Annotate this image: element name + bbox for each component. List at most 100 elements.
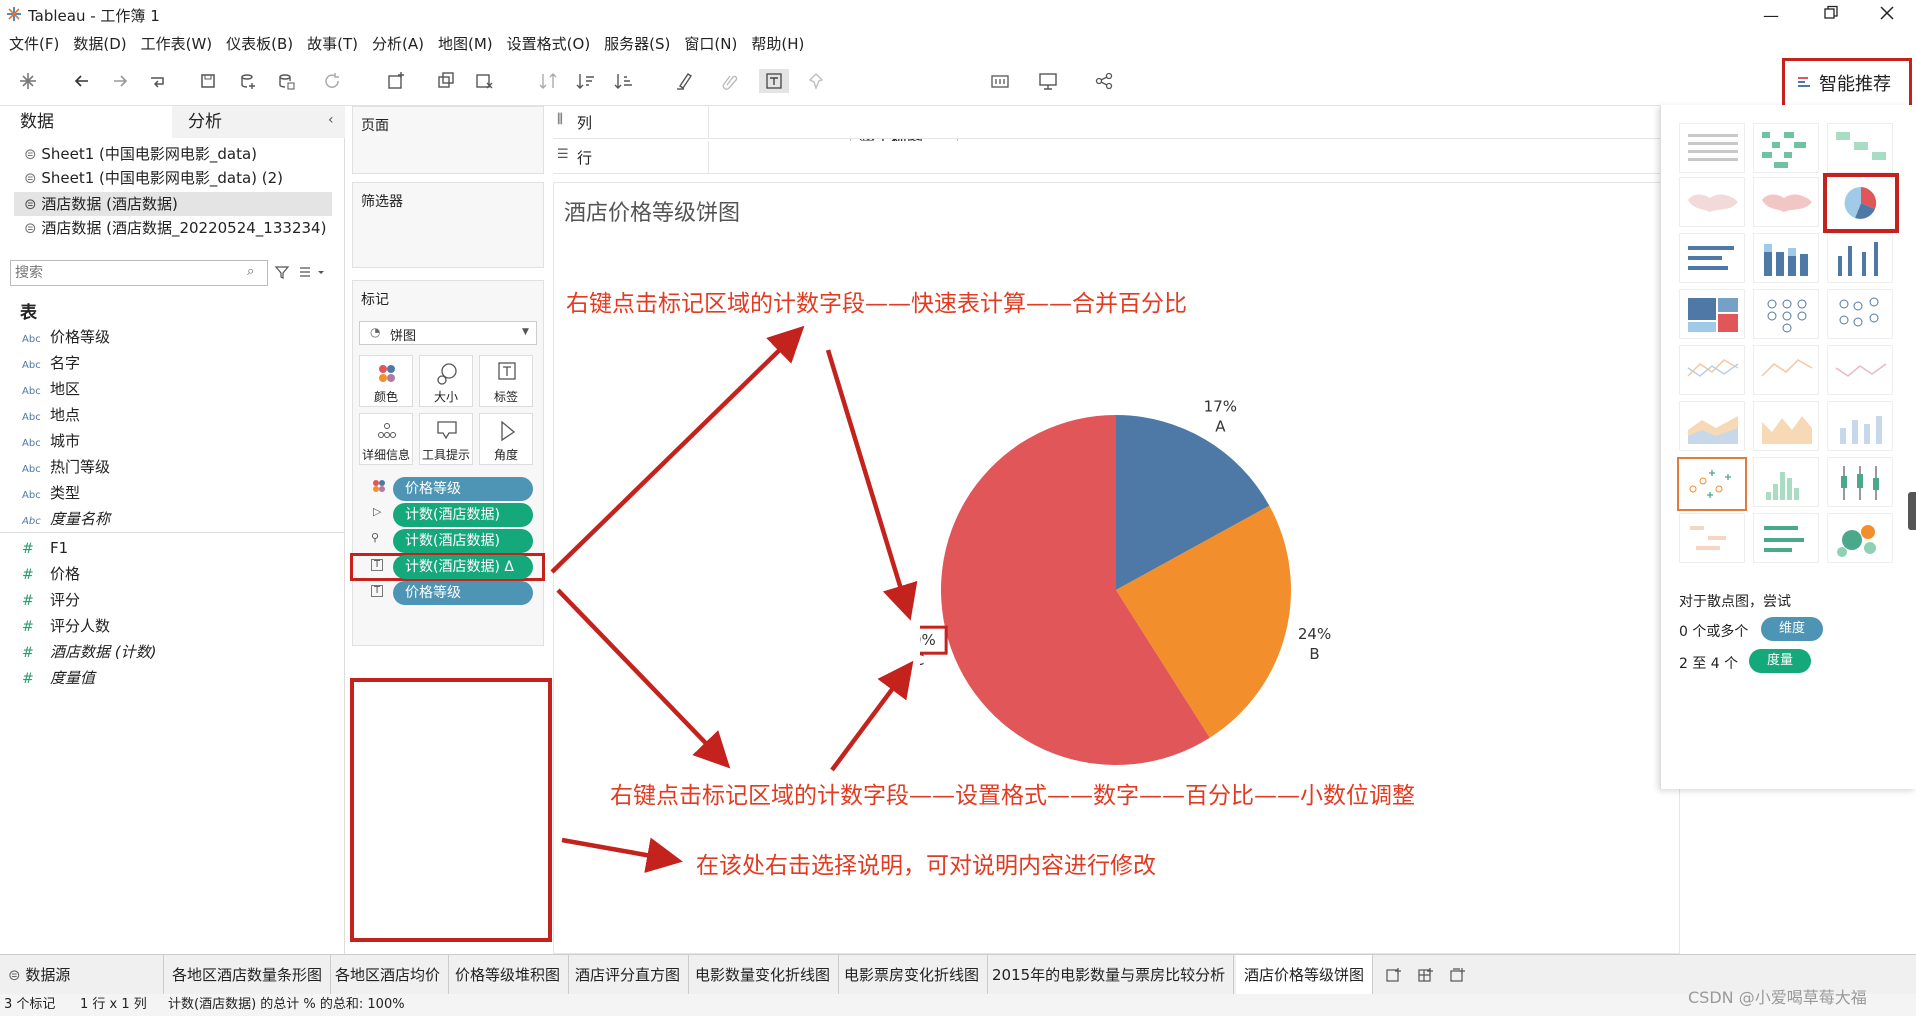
tab-data[interactable]: 数据: [0, 106, 172, 138]
menu-server[interactable]: 服务器(S): [604, 33, 670, 54]
chart-type-area-discrete[interactable]: [1753, 401, 1819, 451]
chart-type-pie-selected[interactable]: [1823, 173, 1899, 233]
replay-icon[interactable]: [146, 69, 170, 93]
refresh-icon[interactable]: [320, 69, 344, 93]
sheet-tab[interactable]: 电影票房变化折线图: [836, 955, 989, 995]
redo-icon[interactable]: [108, 69, 132, 93]
datasource-item[interactable]: ⊜ Sheet1 (中国电影网电影_data) (2): [24, 166, 283, 190]
chart-type-symbol-map[interactable]: [1679, 177, 1745, 227]
datasource-item[interactable]: ⊜ Sheet1 (中国电影网电影_data): [24, 142, 257, 166]
field-measure[interactable]: # 度量值: [22, 666, 95, 690]
pie-chart[interactable]: 17%A24%B59%C: [920, 390, 1340, 790]
field-dimension[interactable]: Abc 名字: [22, 351, 80, 375]
caption-area-highlight[interactable]: [350, 678, 552, 942]
new-datasource-icon[interactable]: [236, 69, 260, 93]
new-worksheet-icon[interactable]: [384, 69, 408, 93]
pause-update-icon[interactable]: [274, 69, 298, 93]
sort-descending-icon[interactable]: [612, 69, 636, 93]
field-measure[interactable]: # 评分: [22, 588, 80, 612]
menu-analysis[interactable]: 分析(A): [372, 33, 424, 54]
tab-datasource[interactable]: ⊜ 数据源: [0, 955, 164, 995]
new-story-icon[interactable]: [1448, 965, 1468, 985]
view-options-icon[interactable]: [298, 264, 328, 280]
menu-window[interactable]: 窗口(N): [684, 33, 737, 54]
sheet-tab[interactable]: 价格等级堆积图: [447, 955, 570, 995]
field-dimension[interactable]: Abc 地点: [22, 403, 80, 427]
save-icon[interactable]: [196, 69, 220, 93]
menu-format[interactable]: 设置格式(O): [507, 33, 591, 54]
chart-type-gantt[interactable]: [1679, 513, 1745, 563]
chart-type-lines-continuous[interactable]: [1679, 345, 1745, 395]
chart-type-horizontal-bars[interactable]: [1679, 233, 1745, 283]
undo-icon[interactable]: [70, 69, 94, 93]
menu-dashboard[interactable]: 仪表板(B): [226, 33, 293, 54]
menu-help[interactable]: 帮助(H): [751, 33, 804, 54]
chart-type-bullet[interactable]: [1753, 513, 1819, 563]
datasource-item-selected[interactable]: ⊜ 酒店数据 (酒店数据): [14, 192, 332, 216]
pages-shelf[interactable]: 页面: [352, 106, 544, 174]
datasource-item[interactable]: ⊜ 酒店数据 (酒店数据_20220524_133234): [24, 216, 326, 240]
search-input[interactable]: [15, 263, 235, 283]
chart-type-treemap[interactable]: [1679, 289, 1745, 339]
chart-type-text-table[interactable]: [1679, 123, 1745, 173]
field-measure[interactable]: # 评分人数: [22, 614, 110, 638]
field-measure[interactable]: # 酒店数据 (计数): [22, 640, 156, 664]
show-me-button[interactable]: 智能推荐: [1782, 58, 1912, 108]
menu-story[interactable]: 故事(T): [307, 33, 358, 54]
chart-type-box-whisker[interactable]: [1827, 457, 1893, 507]
sheet-tab[interactable]: 酒店评分直方图: [567, 955, 690, 995]
pill-angle-count[interactable]: 计数(酒店数据): [393, 503, 533, 527]
chart-type-side-by-side-bars[interactable]: [1827, 233, 1893, 283]
share-icon[interactable]: [1092, 69, 1116, 93]
chart-type-filled-map[interactable]: [1753, 177, 1819, 227]
presentation-icon[interactable]: [1036, 69, 1060, 93]
restore-button[interactable]: [1822, 4, 1840, 22]
rows-shelf[interactable]: ☰ 行: [553, 141, 1660, 174]
menu-data[interactable]: 数据(D): [73, 33, 126, 54]
show-labels-icon[interactable]: [759, 69, 789, 93]
field-measure[interactable]: # F1: [22, 536, 68, 560]
chart-type-lines-discrete[interactable]: [1753, 345, 1819, 395]
mark-label-button[interactable]: 标签: [479, 355, 533, 407]
panel-scroll-handle[interactable]: [1908, 492, 1916, 530]
duplicate-icon[interactable]: [434, 69, 458, 93]
sheet-tab[interactable]: 电影数量变化折线图: [687, 955, 840, 995]
sheet-tab[interactable]: 各地区酒店均价: [327, 955, 450, 995]
clear-sheet-icon[interactable]: [472, 69, 496, 93]
chart-type-packed-bubbles[interactable]: [1827, 513, 1893, 563]
highlight-icon[interactable]: [672, 69, 696, 93]
chart-type-dual-combination[interactable]: [1827, 401, 1893, 451]
chart-type-scatter[interactable]: [1677, 457, 1747, 511]
field-measure[interactable]: # 价格: [22, 562, 80, 586]
mark-type-select[interactable]: ◔ 饼图 ▼: [359, 321, 537, 345]
field-dimension[interactable]: Abc 地区: [22, 377, 80, 401]
filter-icon[interactable]: [274, 264, 290, 280]
chart-type-stacked-bars[interactable]: [1753, 233, 1819, 283]
menu-file[interactable]: 文件(F): [9, 33, 59, 54]
minimize-button[interactable]: —: [1762, 6, 1780, 25]
chart-type-area-continuous[interactable]: [1679, 401, 1745, 451]
new-dashboard-icon[interactable]: [1416, 965, 1436, 985]
pill-label-count-percent[interactable]: 计数(酒店数据) Δ: [393, 555, 533, 579]
swap-icon[interactable]: [536, 69, 560, 93]
tab-analysis[interactable]: 分析: [172, 106, 345, 138]
sheet-tab-active[interactable]: 酒店价格等级饼图: [1236, 955, 1374, 995]
mark-angle-button[interactable]: 角度: [479, 413, 533, 465]
field-dimension[interactable]: Abc 度量名称: [22, 507, 110, 531]
cards-icon[interactable]: [988, 69, 1012, 93]
pill-color-price-level[interactable]: 价格等级: [393, 477, 533, 501]
chart-type-histogram[interactable]: [1753, 457, 1819, 507]
field-dimension[interactable]: Abc 热门等级: [22, 455, 110, 479]
mark-size-button[interactable]: 大小: [419, 355, 473, 407]
field-dimension[interactable]: Abc 类型: [22, 481, 80, 505]
mark-color-button[interactable]: 颜色: [359, 355, 413, 407]
chart-type-heat-map[interactable]: [1753, 123, 1819, 173]
field-dimension[interactable]: Abc 价格等级: [22, 325, 110, 349]
fix-axes-icon[interactable]: [806, 69, 830, 93]
mark-tooltip-button[interactable]: 工具提示: [419, 413, 473, 465]
chart-type-dual-lines[interactable]: [1827, 345, 1893, 395]
close-button[interactable]: [1878, 4, 1896, 22]
new-worksheet-icon[interactable]: [1384, 965, 1404, 985]
menu-worksheet[interactable]: 工作表(W): [141, 33, 213, 54]
pill-label-price-level[interactable]: 价格等级: [393, 581, 533, 605]
